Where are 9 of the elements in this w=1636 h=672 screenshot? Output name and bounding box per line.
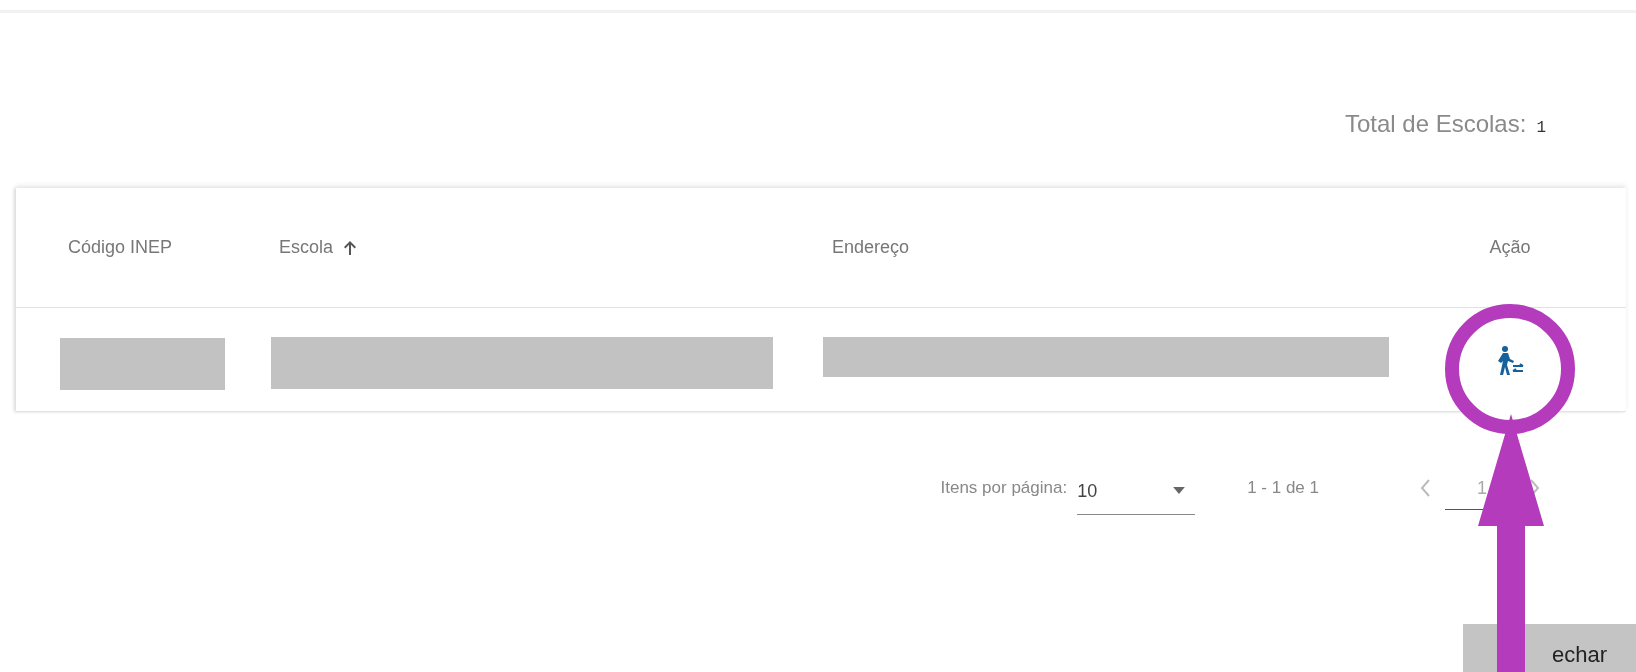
- column-header[interactable]: Endereço: [832, 237, 910, 258]
- total-label: Total de Escolas:: [1344, 110, 1527, 138]
- items-per-page-label: Itens por página:: [940, 478, 1068, 498]
- column-header[interactable]: Código INEP: [68, 237, 173, 258]
- column-header[interactable]: Ação: [1489, 237, 1531, 258]
- page-size-select[interactable]: 10: [1077, 475, 1196, 515]
- column-header[interactable]: Escola: [279, 237, 334, 258]
- total-value: 1: [1536, 119, 1546, 137]
- range-label: 1 - 1 de 1: [1247, 478, 1319, 498]
